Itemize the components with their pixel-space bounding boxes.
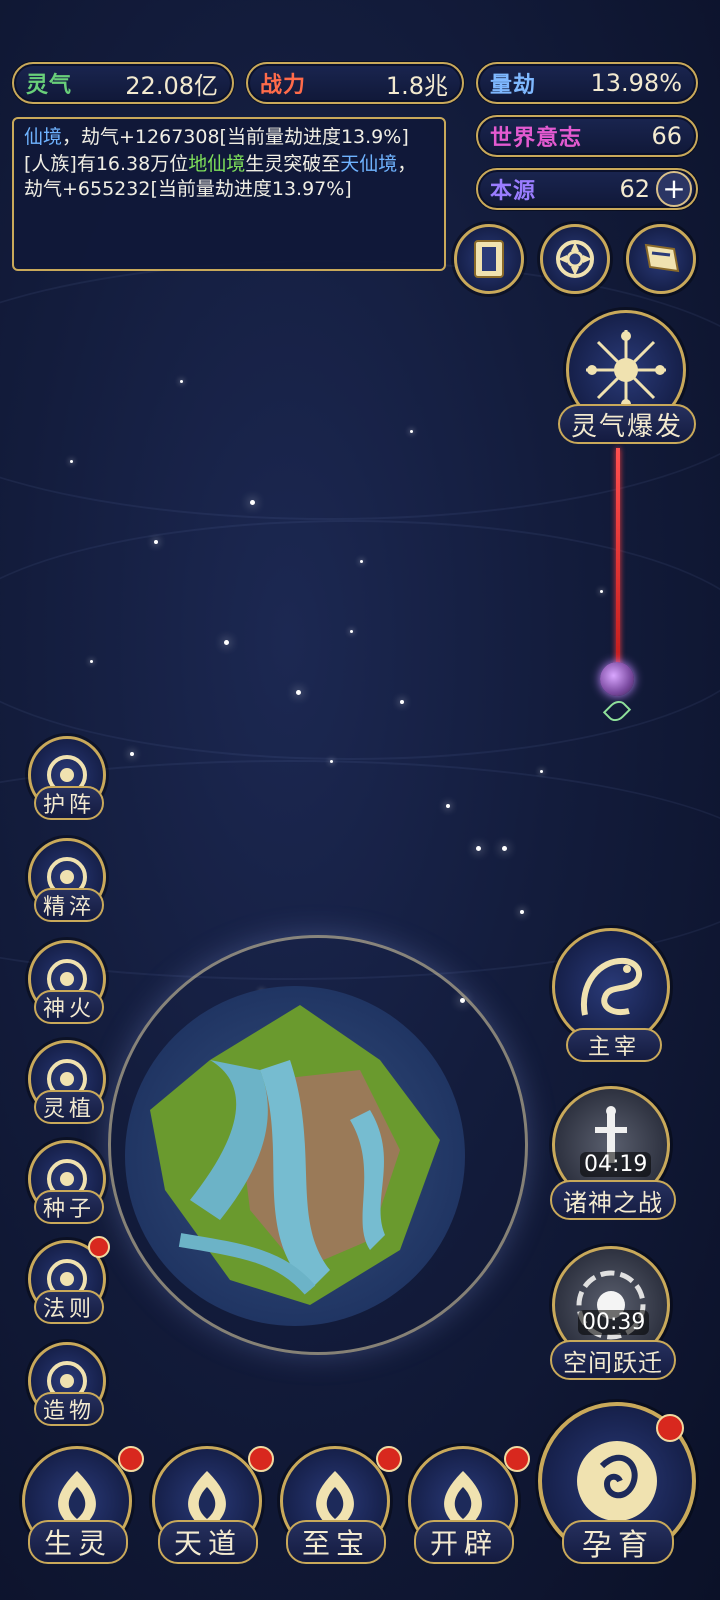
left-menu-5-badge	[88, 1236, 110, 1258]
planet[interactable]	[150, 1000, 450, 1310]
card-button[interactable]	[454, 224, 524, 294]
flag-button[interactable]	[626, 224, 696, 294]
log-segment: 地仙境	[188, 153, 246, 175]
spirit-orb[interactable]	[600, 662, 634, 696]
star	[70, 460, 73, 463]
shijieyizhi-value: 66	[651, 122, 682, 150]
add-benyuan-button[interactable]: +	[656, 171, 692, 207]
shijieyizhi-label: 世界意志	[490, 126, 583, 151]
bottom-menu-1-badge	[248, 1446, 274, 1472]
left-menu-4-label[interactable]: 种子	[34, 1190, 104, 1224]
star	[360, 560, 363, 563]
zhuzai-label[interactable]: 主宰	[566, 1028, 662, 1062]
bottom-menu-3-label[interactable]: 开辟	[414, 1520, 514, 1564]
star	[130, 752, 134, 756]
log-segment: 生灵突破至	[245, 153, 341, 175]
vortex-icon	[556, 240, 594, 278]
bottom-menu-1-label[interactable]: 天道	[158, 1520, 258, 1564]
laser-beam	[616, 448, 620, 670]
flag-icon	[644, 243, 680, 273]
yunyu-label[interactable]: 孕育	[562, 1520, 674, 1564]
star	[476, 846, 481, 851]
bottom-menu-2-badge	[376, 1446, 402, 1472]
bottom-menu-0-label[interactable]: 生灵	[28, 1520, 128, 1564]
star	[400, 700, 404, 704]
benyuan-label: 本源	[490, 179, 537, 204]
liangjie-label: 量劫	[490, 73, 537, 98]
star	[224, 640, 229, 645]
log-line-1: 仙境，劫气+1267308[当前量劫进度13.9%]	[24, 125, 434, 150]
yunyu-badge	[656, 1414, 684, 1442]
lingqi-label: 灵气	[26, 73, 73, 98]
lingqi-stat[interactable]: 灵气 22.08亿	[12, 62, 234, 104]
star	[296, 690, 301, 695]
star	[520, 910, 524, 914]
kongjian-label[interactable]: 空间跃迁	[550, 1340, 676, 1380]
zhanli-stat[interactable]: 战力 1.8兆	[246, 62, 464, 104]
log-segment: 天仙境	[340, 153, 398, 175]
vortex-button[interactable]	[540, 224, 610, 294]
star	[350, 630, 353, 633]
shijieyizhi-stat[interactable]: 世界意志 66	[476, 115, 698, 157]
star	[446, 804, 450, 808]
liangjie-value: 13.98%	[590, 69, 682, 97]
left-menu-3-label[interactable]: 灵植	[34, 1090, 104, 1124]
left-menu-1-label[interactable]: 精淬	[34, 888, 104, 922]
star	[410, 430, 413, 433]
dragon-icon	[580, 957, 643, 1016]
log-segment: ，劫气+1267308[当前量劫进度13.9%]	[62, 126, 409, 148]
star	[250, 500, 255, 505]
benyuan-stat[interactable]: 本源 62 +	[476, 168, 698, 210]
lingqi-value: 22.08亿	[125, 71, 218, 100]
log-segment: 仙境	[24, 126, 63, 148]
event-log: 仙境，劫气+1267308[当前量劫进度13.9%] [人族]有16.38万位地…	[12, 117, 446, 271]
star	[540, 770, 543, 773]
liangjie-stat[interactable]: 量劫 13.98%	[476, 62, 698, 104]
burst-label[interactable]: 灵气爆发	[558, 404, 696, 444]
star	[90, 660, 93, 663]
zhushen-timer: 04:19	[580, 1152, 652, 1177]
log-line-2: [人族]有16.38万位地仙境生灵突破至天仙境，劫气+655232[当前量劫进度…	[24, 152, 434, 202]
log-segment: [人族]有16.38万位	[24, 153, 189, 175]
bottom-menu-2-label[interactable]: 至宝	[286, 1520, 386, 1564]
benyuan-value: 62	[619, 175, 650, 203]
left-menu-5-label[interactable]: 法则	[34, 1290, 104, 1324]
star	[330, 760, 333, 763]
kongjian-timer: 00:39	[578, 1310, 650, 1335]
bottom-menu-0-badge	[118, 1446, 144, 1472]
star	[154, 540, 158, 544]
star	[180, 380, 183, 383]
bottom-menu-3-badge	[504, 1446, 530, 1472]
left-menu-6-label[interactable]: 造物	[34, 1392, 104, 1426]
card-icon	[474, 240, 504, 278]
star	[502, 846, 507, 851]
left-menu-2-label[interactable]: 神火	[34, 990, 104, 1024]
zhanli-value: 1.8兆	[385, 71, 448, 100]
zhanli-label: 战力	[260, 73, 307, 98]
zhushen-label[interactable]: 诸神之战	[550, 1180, 676, 1220]
star	[600, 590, 603, 593]
left-menu-0-label[interactable]: 护阵	[34, 786, 104, 820]
